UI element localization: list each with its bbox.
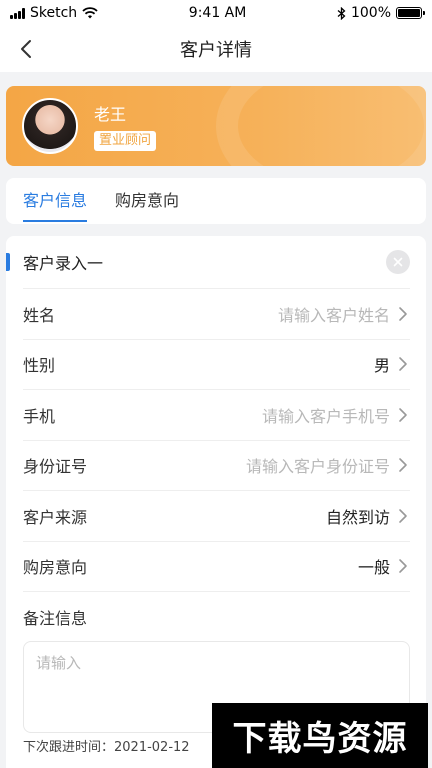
field-name[interactable]: 姓名 请输入客户姓名 xyxy=(23,288,410,339)
remarks-header: 备注信息 xyxy=(23,591,410,641)
signal-icon xyxy=(10,7,25,19)
role-badge: 置业顾问 xyxy=(94,131,157,151)
chevron-left-icon xyxy=(21,40,31,58)
field-phone[interactable]: 手机 请输入客户手机号 xyxy=(23,389,410,440)
tab-bar: 客户信息 购房意向 xyxy=(6,178,426,224)
status-left: Sketch xyxy=(10,5,98,21)
status-time: 9:41 AM xyxy=(188,5,247,21)
tab-customer-info[interactable]: 客户信息 xyxy=(23,178,88,224)
tab-purchase-intent[interactable]: 购房意向 xyxy=(115,178,179,224)
chevron-right-icon xyxy=(398,557,410,575)
profile-card: 老王 置业顾问 xyxy=(6,86,426,166)
chevron-right-icon xyxy=(398,305,410,323)
field-value: 请输入客户姓名 xyxy=(277,305,390,325)
field-label: 身份证号 xyxy=(23,457,88,477)
nav-bar: 客户详情 xyxy=(0,26,432,72)
field-source[interactable]: 客户来源 自然到访 xyxy=(23,490,410,541)
close-icon xyxy=(393,257,403,267)
profile-name: 老王 xyxy=(94,105,127,124)
section-accent-bar xyxy=(6,253,10,271)
field-value: 自然到访 xyxy=(325,507,390,527)
watermark: 下载鸟资源 xyxy=(212,703,428,768)
status-bar: Sketch 9:41 AM 100% xyxy=(0,0,432,26)
field-purchase-intent[interactable]: 购房意向 一般 xyxy=(23,540,410,592)
remarks-placeholder: 请输入 xyxy=(36,654,82,672)
field-id-number[interactable]: 身份证号 请输入客户身份证号 xyxy=(23,439,410,491)
bluetooth-icon xyxy=(337,6,346,20)
field-value: 请输入客户身份证号 xyxy=(245,457,390,477)
avatar[interactable] xyxy=(22,98,78,154)
card-decoration xyxy=(216,86,426,166)
field-label: 手机 xyxy=(23,406,56,426)
remarks-label: 备注信息 xyxy=(23,608,88,628)
field-value: 男 xyxy=(373,356,390,376)
field-gender[interactable]: 性别 男 xyxy=(23,338,410,390)
battery-percent: 100% xyxy=(350,5,391,21)
status-right: 100% xyxy=(337,5,425,21)
field-label: 性别 xyxy=(23,356,56,376)
field-label: 客户来源 xyxy=(23,507,88,527)
next-follow-up-date: 下次跟进时间：2021-02-12 xyxy=(23,740,190,755)
field-value: 一般 xyxy=(357,558,390,578)
page-title: 客户详情 xyxy=(180,40,252,61)
wifi-icon xyxy=(82,7,98,19)
chevron-right-icon xyxy=(398,507,410,525)
chevron-right-icon xyxy=(398,406,410,424)
remove-entry-button[interactable] xyxy=(386,250,410,274)
customer-form: 客户录入一 姓名 请输入客户姓名 性别 男 手机 请输入客户手机号 身份证号 请… xyxy=(6,236,426,768)
section-title: 客户录入一 xyxy=(23,254,104,273)
chevron-right-icon xyxy=(398,355,410,373)
watermark-text: 下载鸟资源 xyxy=(232,719,408,759)
field-value: 请输入客户手机号 xyxy=(261,406,390,426)
carrier-label: Sketch xyxy=(30,5,78,21)
chevron-right-icon xyxy=(398,456,410,474)
field-label: 姓名 xyxy=(23,305,56,325)
section-header: 客户录入一 xyxy=(6,236,426,288)
battery-icon xyxy=(396,7,425,19)
field-label: 购房意向 xyxy=(23,558,88,578)
back-button[interactable] xyxy=(12,34,40,64)
